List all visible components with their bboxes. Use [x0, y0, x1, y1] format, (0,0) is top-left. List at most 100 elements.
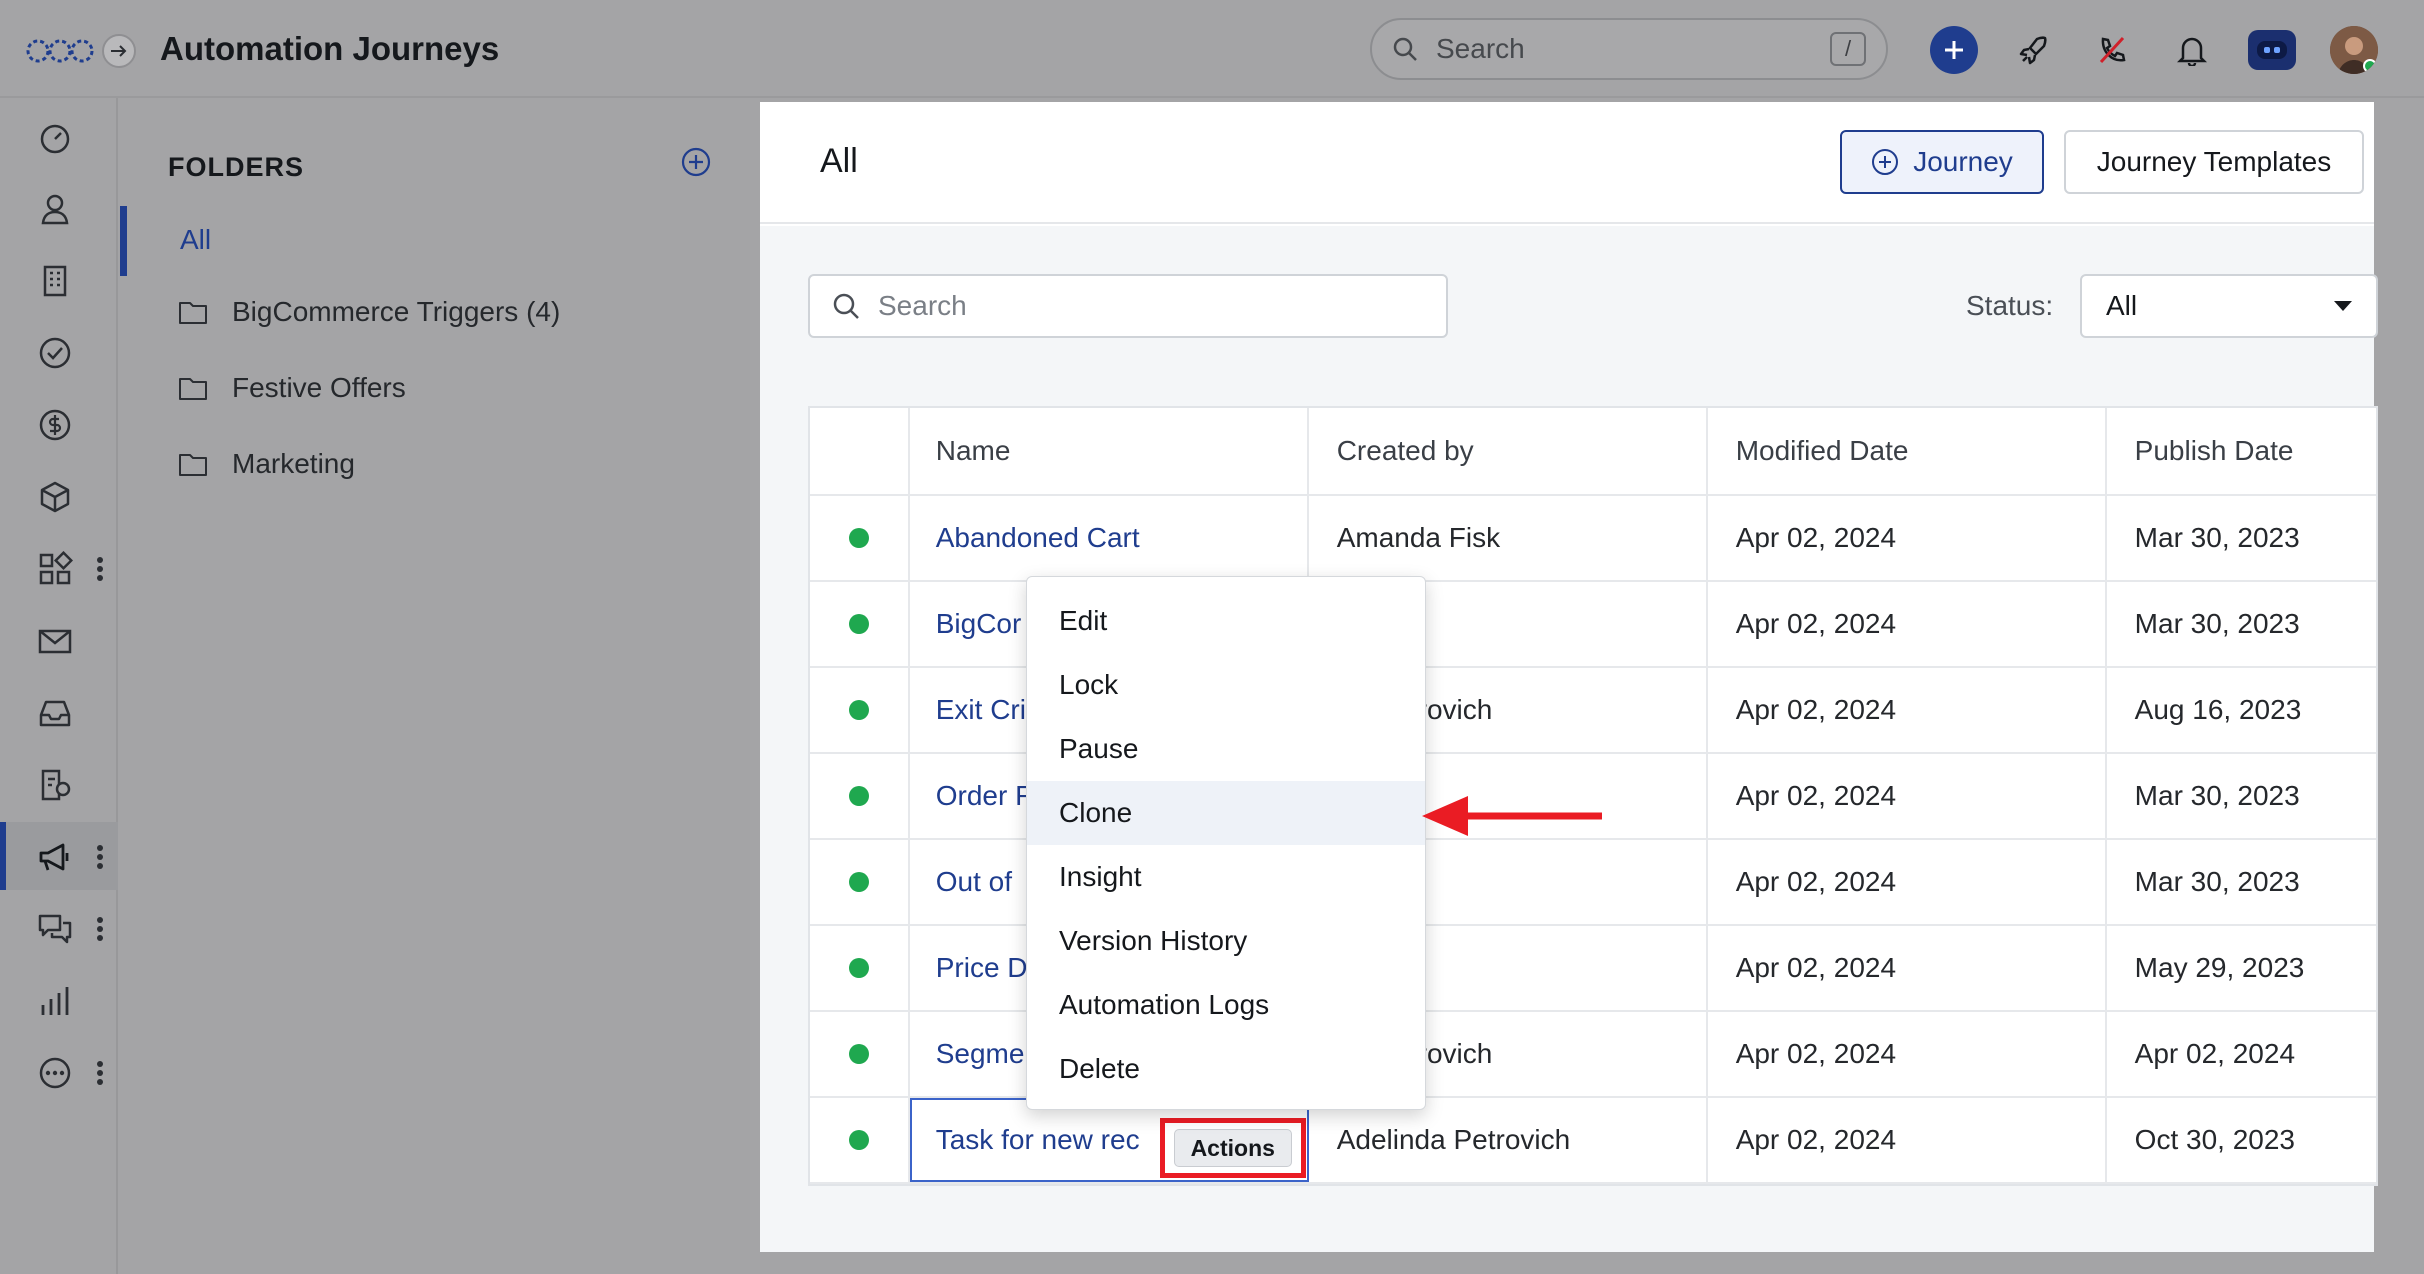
- publish-date-cell: Mar 30, 2023: [2134, 780, 2300, 811]
- status-cell: [810, 1012, 910, 1096]
- add-folder-icon[interactable]: [680, 146, 712, 178]
- menu-item-lock[interactable]: Lock: [1027, 653, 1425, 717]
- nav-products[interactable]: [0, 462, 118, 530]
- global-search-placeholder: Search: [1436, 33, 1525, 64]
- active-status-dot: [848, 786, 869, 806]
- products-icon: [36, 478, 74, 516]
- actions-button[interactable]: Actions: [1173, 1129, 1292, 1167]
- kebab-icon[interactable]: [96, 556, 104, 582]
- menu-item-version-history[interactable]: Version History: [1027, 909, 1425, 973]
- bell-icon[interactable]: [2168, 26, 2216, 74]
- kebab-icon[interactable]: [96, 916, 104, 942]
- folder-item-marketing[interactable]: Marketing: [178, 444, 355, 484]
- folder-item-festive-offers[interactable]: Festive Offers: [178, 368, 406, 408]
- active-status-dot: [848, 614, 869, 634]
- nav-documents[interactable]: [0, 750, 118, 818]
- top-bar: Automation Journeys Search /: [0, 0, 2424, 98]
- nav-apps[interactable]: [0, 534, 118, 602]
- kebab-icon[interactable]: [96, 844, 104, 870]
- expand-sidebar-button[interactable]: [102, 34, 136, 68]
- campaigns-icon: [36, 838, 74, 876]
- modified-date-cell: Apr 02, 2024: [1708, 840, 2107, 924]
- table-row[interactable]: Task for new rec Actions Adelinda Petrov…: [810, 1098, 2376, 1184]
- menu-item-delete[interactable]: Delete: [1027, 1037, 1425, 1101]
- publish-date-cell: Mar 30, 2023: [2134, 608, 2300, 639]
- menu-item-pause[interactable]: Pause: [1027, 717, 1425, 781]
- status-cell: [810, 840, 910, 924]
- rocket-icon[interactable]: [2010, 26, 2058, 74]
- email-icon: [36, 622, 74, 660]
- nav-reports[interactable]: [0, 966, 118, 1034]
- table-row[interactable]: Abandoned Cart Amanda Fisk Apr 02, 2024 …: [810, 496, 2376, 582]
- created-by-cell: Amanda Fisk: [1309, 496, 1708, 580]
- search-icon: [832, 292, 860, 320]
- active-status-dot: [848, 528, 869, 548]
- plus-circle-icon: [1871, 148, 1899, 176]
- folder-item-bigcommerce-triggers[interactable]: BigCommerce Triggers (4): [178, 292, 560, 332]
- folder-icon: [178, 375, 208, 401]
- nav-dashboard[interactable]: [0, 102, 118, 170]
- actions-menu: Edit Lock Pause Clone Insight Version Hi…: [1026, 576, 1426, 1110]
- status-filter-label: Status:: [1966, 290, 2054, 321]
- app-title: Automation Journeys: [160, 30, 500, 67]
- menu-item-automation-logs[interactable]: Automation Logs: [1027, 973, 1425, 1037]
- publish-date-cell: Aug 16, 2023: [2134, 694, 2302, 725]
- modified-date-cell: Apr 02, 2024: [1708, 668, 2107, 752]
- companies-icon: [36, 262, 74, 300]
- nav-campaigns[interactable]: [0, 822, 118, 890]
- bot-icon[interactable]: [2248, 30, 2296, 70]
- nav-chat[interactable]: [0, 894, 118, 962]
- page-title: All: [820, 142, 858, 180]
- nav-email[interactable]: [0, 606, 118, 674]
- menu-item-edit[interactable]: Edit: [1027, 589, 1425, 653]
- nav-rail: [0, 98, 118, 1274]
- logo-icon[interactable]: [26, 36, 94, 66]
- more-icon: [36, 1054, 74, 1092]
- modified-date-cell: Apr 02, 2024: [1708, 754, 2107, 838]
- global-search-input[interactable]: Search /: [1370, 18, 1888, 80]
- folder-label: Festive Offers: [232, 372, 406, 403]
- nav-tasks[interactable]: [0, 318, 118, 386]
- nav-contacts[interactable]: [0, 174, 118, 242]
- search-shortcut-hint: /: [1830, 32, 1866, 66]
- column-header-created-by[interactable]: Created by: [1309, 408, 1708, 494]
- folders-title: FOLDERS: [168, 152, 305, 182]
- nav-deals[interactable]: [0, 390, 118, 458]
- add-icon[interactable]: [1930, 26, 1978, 74]
- status-cell: [810, 582, 910, 666]
- nav-more[interactable]: [0, 1038, 118, 1106]
- chat-icon: [36, 910, 74, 948]
- kebab-icon[interactable]: [96, 1060, 104, 1086]
- nav-inbox[interactable]: [0, 678, 118, 746]
- active-status-dot: [848, 1044, 869, 1064]
- publish-date-cell: Mar 30, 2023: [2134, 866, 2300, 897]
- status-column-header: [810, 408, 910, 494]
- journey-name-link[interactable]: Task for new rec: [936, 1124, 1140, 1156]
- annotation-arrow-icon: [1422, 796, 1602, 836]
- status-filter-select[interactable]: All: [2080, 274, 2378, 338]
- journey-search-input[interactable]: Search: [808, 274, 1448, 338]
- folder-icon: [178, 299, 208, 325]
- journeys-content: Search Status: All Name Created by Modif…: [760, 226, 2378, 1252]
- publish-date-cell: May 29, 2023: [2134, 952, 2305, 983]
- menu-item-clone[interactable]: Clone: [1027, 781, 1425, 845]
- add-journey-button[interactable]: Journey: [1840, 130, 2044, 194]
- folders-panel: FOLDERS All BigCommerce Triggers (4) Fes…: [120, 98, 758, 1274]
- folder-item-all[interactable]: All: [120, 206, 520, 276]
- column-header-publish-date[interactable]: Publish Date: [2107, 408, 2376, 494]
- phone-off-icon[interactable]: [2088, 26, 2136, 74]
- avatar[interactable]: [2330, 26, 2378, 74]
- main-panel: All Journey Journey Templates Search Sta…: [760, 102, 2378, 1252]
- column-header-name[interactable]: Name: [910, 408, 1309, 494]
- journey-templates-button[interactable]: Journey Templates: [2064, 130, 2364, 194]
- journey-name-link[interactable]: Abandoned Cart: [910, 496, 1309, 580]
- status-cell: [810, 754, 910, 838]
- contacts-icon: [36, 190, 74, 228]
- chevron-down-icon: [2334, 301, 2352, 311]
- dashboard-icon: [36, 118, 74, 156]
- menu-item-insight[interactable]: Insight: [1027, 845, 1425, 909]
- journey-name-cell[interactable]: Task for new rec Actions: [909, 1098, 1309, 1182]
- column-header-modified-date[interactable]: Modified Date: [1708, 408, 2107, 494]
- nav-companies[interactable]: [0, 246, 118, 314]
- status-cell: [810, 496, 910, 580]
